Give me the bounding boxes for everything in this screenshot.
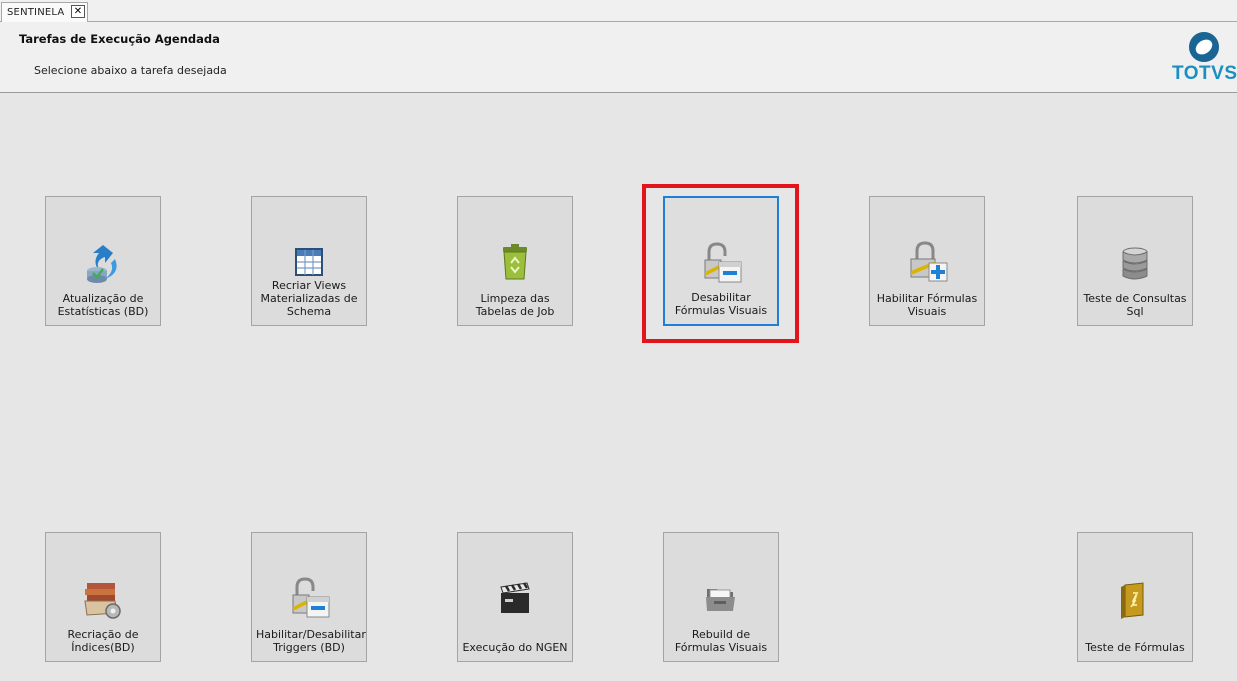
- tile-label: Atualização de Estatísticas (BD): [57, 292, 149, 318]
- totvs-logo: TOTVS: [1172, 30, 1237, 90]
- tab-bar: SENTINELA ✕: [0, 0, 1237, 22]
- tile-label: Teste de Consultas Sql: [1083, 292, 1187, 318]
- tile-label: Execução do NGEN: [462, 641, 568, 654]
- highlight-frame: [642, 184, 799, 343]
- formula-book-icon: [1121, 582, 1144, 619]
- books-gear-icon: [84, 583, 121, 619]
- tile-label: Habilitar Fórmulas Visuais: [876, 292, 978, 318]
- refresh-database-icon: [87, 245, 117, 283]
- tile-label: Recriar Views Materializadas de Schema: [260, 279, 358, 318]
- tile-recriacao-indices[interactable]: Recriação de Índices(BD): [45, 532, 161, 662]
- tile-habilitar-formulas[interactable]: Habilitar Fórmulas Visuais: [869, 196, 985, 326]
- tile-label: Teste de Fórmulas: [1085, 641, 1185, 654]
- totvs-logo-icon: [1189, 32, 1219, 62]
- tile-teste-formulas[interactable]: Teste de Fórmulas: [1077, 532, 1193, 662]
- tile-rebuild-formulas[interactable]: Rebuild de Fórmulas Visuais: [663, 532, 779, 662]
- tile-label: Limpeza das Tabelas de Job: [475, 292, 555, 318]
- tile-teste-consultas-sql[interactable]: Teste de Consultas Sql: [1077, 196, 1193, 326]
- tile-label: Habilitar/Desabilitar Triggers (BD): [256, 628, 366, 654]
- lock-plus-icon: [910, 241, 948, 282]
- header-panel: Tarefas de Execução Agendada Selecione a…: [0, 22, 1237, 93]
- page-subtitle: Selecione abaixo a tarefa desejada: [34, 64, 227, 77]
- tab-sentinela[interactable]: SENTINELA ✕: [1, 2, 88, 22]
- tab-label: SENTINELA: [7, 7, 65, 18]
- lock-toggle-icon: [292, 577, 330, 618]
- close-tab-icon[interactable]: ✕: [71, 5, 85, 18]
- tile-execucao-ngen[interactable]: Execução do NGEN: [457, 532, 573, 662]
- folder-open-icon: [706, 589, 735, 611]
- clapperboard-icon: [500, 582, 530, 613]
- page-title: Tarefas de Execução Agendada: [19, 32, 220, 46]
- logo-text: TOTVS: [1172, 63, 1237, 84]
- tile-label: Rebuild de Fórmulas Visuais: [674, 628, 768, 654]
- tile-label: Recriação de Índices(BD): [67, 628, 139, 654]
- tile-recriar-views[interactable]: Recriar Views Materializadas de Schema: [251, 196, 367, 326]
- tile-habilitar-desabilitar-triggers[interactable]: Habilitar/Desabilitar Triggers (BD): [251, 532, 367, 662]
- tile-limpeza-tabelas[interactable]: Limpeza das Tabelas de Job: [457, 196, 573, 326]
- database-stack-icon: [1122, 247, 1148, 280]
- recycle-bin-icon: [503, 244, 527, 280]
- tile-atualizacao-estatisticas[interactable]: Atualização de Estatísticas (BD): [45, 196, 161, 326]
